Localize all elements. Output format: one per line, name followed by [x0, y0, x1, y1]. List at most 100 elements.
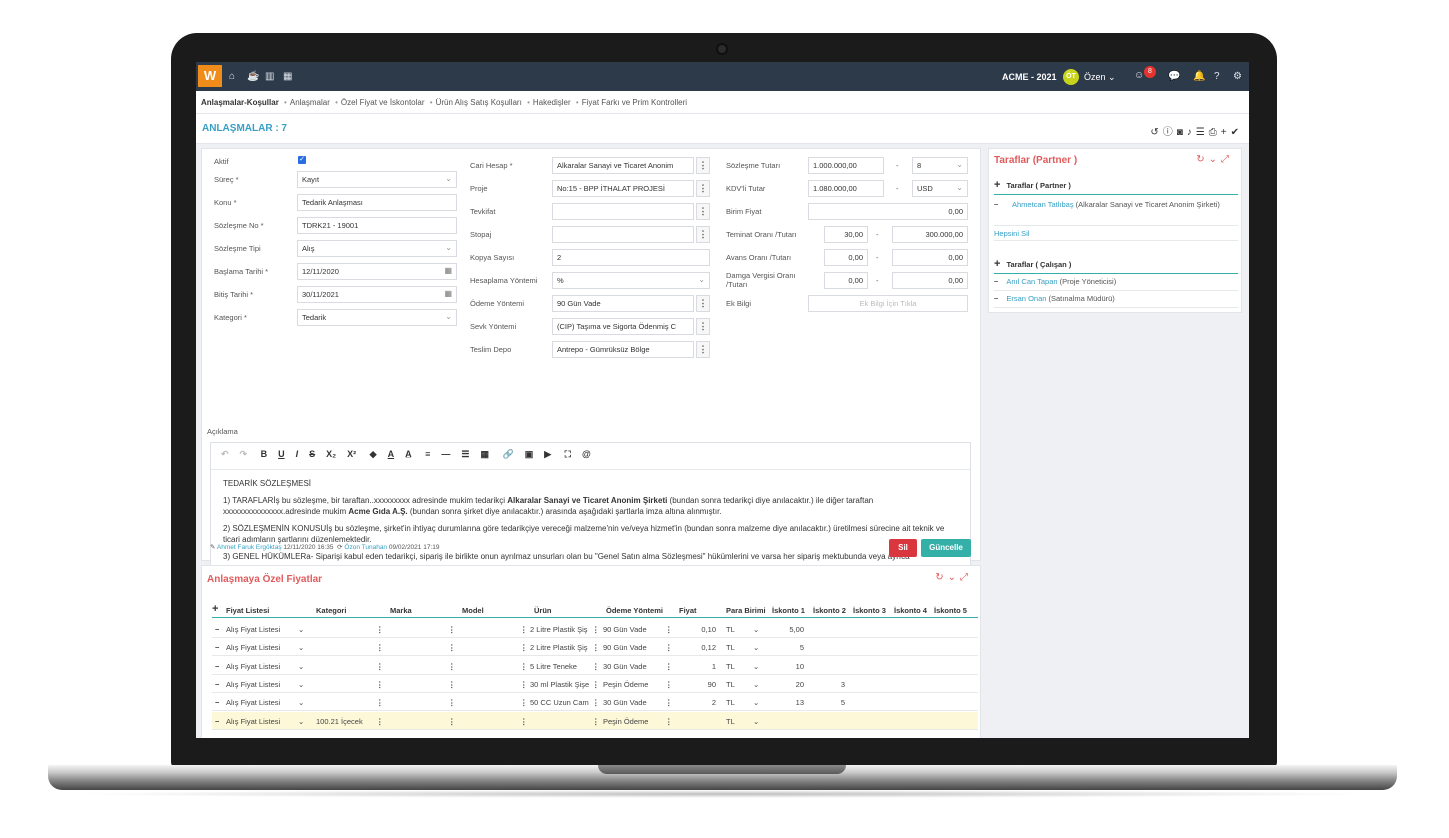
more-icon[interactable]: ⋮: [665, 643, 673, 652]
avans-amount-input[interactable]: 0,00: [892, 249, 968, 266]
tevkifat-input[interactable]: [552, 203, 694, 220]
sozlesme-tipi-select[interactable]: Alış ⌄: [297, 240, 457, 257]
teslim-input[interactable]: Antrepo - Gümrüksüz Bölge: [552, 341, 694, 358]
remove-row-icon[interactable]: −: [215, 698, 219, 707]
chevron-down-icon[interactable]: ⌄: [753, 680, 759, 689]
more-icon[interactable]: ⋮: [376, 662, 384, 671]
more-icon[interactable]: ⋮: [696, 180, 710, 197]
cell-currency[interactable]: TL: [726, 698, 735, 707]
proje-input[interactable]: No:15 - BPP İTHALAT PROJESİ: [552, 180, 694, 197]
underline-icon[interactable]: U: [278, 449, 285, 459]
more-icon[interactable]: ⋮: [592, 698, 600, 707]
sozlesme-no-input[interactable]: TDRK21 - 19001: [297, 217, 457, 234]
aktif-checkbox[interactable]: ✓: [298, 156, 306, 164]
more-icon[interactable]: ⋮: [665, 698, 673, 707]
employee-name[interactable]: Ersan Onan: [1006, 294, 1046, 303]
more-icon[interactable]: ⋮: [376, 717, 384, 726]
remove-icon[interactable]: −: [994, 277, 998, 286]
add-row-icon[interactable]: +: [212, 603, 218, 615]
calendar-icon[interactable]: ▦: [283, 71, 292, 82]
breadcrumb-item[interactable]: Hakedişler: [533, 98, 571, 107]
cell-discount-1[interactable]: 13: [772, 698, 804, 707]
highlight-icon[interactable]: A̲: [405, 449, 412, 459]
table-row[interactable]: − Alış Fiyat Listesi ⌄ ⋮ ⋮ ⋮ 2 Litre Plastik Ş…: [212, 620, 978, 638]
cari-input[interactable]: Alkaralar Sanayi ve Ticaret Anonim: [552, 157, 694, 174]
cell-discount-1[interactable]: 10: [772, 662, 804, 671]
eraser-icon[interactable]: ◆: [370, 449, 377, 459]
cell-discount-1[interactable]: 5: [772, 643, 804, 652]
refresh-icon[interactable]: ↻: [935, 572, 947, 583]
cell-currency[interactable]: TL: [726, 680, 735, 689]
cell-price[interactable]: 1: [680, 662, 716, 671]
cell-price[interactable]: 2: [680, 698, 716, 707]
table-row[interactable]: − Alış Fiyat Listesi ⌄ ⋮ ⋮ ⋮ 50 CC Uzun Cam ⋮ 30…: [212, 693, 978, 712]
horizontal-rule-icon[interactable]: —: [441, 449, 450, 459]
home-icon[interactable]: ⌂: [229, 71, 235, 82]
cell-currency[interactable]: TL: [726, 662, 735, 671]
cell-currency[interactable]: TL: [726, 643, 735, 652]
more-icon[interactable]: ⋮: [665, 625, 673, 634]
info-icon[interactable]: ⓘ: [1163, 127, 1177, 138]
breadcrumb-item[interactable]: Özel Fiyat ve İskontolar: [341, 98, 425, 107]
birim-input[interactable]: 0,00: [808, 203, 968, 220]
cell-price[interactable]: 0,10: [680, 625, 716, 634]
currency-select[interactable]: USD ⌄: [912, 180, 968, 197]
app-logo[interactable]: W: [198, 65, 222, 87]
tutar-rate-select[interactable]: 8 ⌄: [912, 157, 968, 174]
cell-price-list[interactable]: Alış Fiyat Listesi: [226, 698, 280, 707]
link-icon[interactable]: 🔗: [502, 449, 513, 459]
chevron-down-icon[interactable]: ⌄: [753, 625, 759, 634]
subscript-icon[interactable]: X₂: [326, 449, 336, 459]
more-icon[interactable]: ⋮: [520, 662, 528, 671]
fullscreen-icon[interactable]: ⛶: [565, 449, 571, 459]
more-icon[interactable]: ⋮: [520, 717, 528, 726]
table-row[interactable]: − Alış Fiyat Listesi ⌄ ⋮ ⋮ ⋮ 5 Litre Teneke ⋮ 30…: [212, 657, 978, 675]
more-icon[interactable]: ⋮: [376, 698, 384, 707]
calendar-icon[interactable]: ▦: [444, 289, 452, 298]
teminat-rate-input[interactable]: 30,00: [824, 226, 868, 243]
table-icon[interactable]: ▦: [480, 449, 489, 459]
cell-price-list[interactable]: Alış Fiyat Listesi: [226, 662, 280, 671]
refresh-icon[interactable]: ↻: [1196, 154, 1208, 165]
more-icon[interactable]: ⋮: [448, 625, 456, 634]
more-icon[interactable]: ⋮: [520, 643, 528, 652]
more-icon[interactable]: ⋮: [520, 680, 528, 689]
more-icon[interactable]: ⋮: [448, 698, 456, 707]
more-icon[interactable]: ⋮: [448, 717, 456, 726]
more-icon[interactable]: ⋮: [520, 698, 528, 707]
more-icon[interactable]: ⋮: [448, 662, 456, 671]
chevron-down-icon[interactable]: ⌄: [948, 572, 960, 583]
cell-price-list[interactable]: Alış Fiyat Listesi: [226, 680, 280, 689]
cell-price-list[interactable]: Alış Fiyat Listesi: [226, 643, 280, 652]
chevron-down-icon[interactable]: ⌄: [753, 643, 759, 652]
more-icon[interactable]: ⋮: [376, 680, 384, 689]
calendar-icon[interactable]: ▦: [444, 266, 452, 275]
damga-rate-input[interactable]: 0,00: [824, 272, 868, 289]
remove-row-icon[interactable]: −: [215, 643, 219, 652]
add-icon[interactable]: +: [994, 258, 1000, 270]
remove-row-icon[interactable]: −: [215, 680, 219, 689]
mention-icon[interactable]: @: [582, 449, 591, 459]
image-icon[interactable]: ▣: [525, 449, 534, 459]
gear-icon[interactable]: ⚙: [1233, 71, 1242, 82]
breadcrumb-item[interactable]: Ürün Alış Satış Koşulları: [436, 98, 522, 107]
cell-payment[interactable]: 90 Gün Vade: [603, 643, 647, 652]
chevron-down-icon[interactable]: ⌄: [298, 643, 304, 652]
more-icon[interactable]: ⋮: [665, 662, 673, 671]
avans-rate-input[interactable]: 0,00: [824, 249, 868, 266]
chevron-down-icon[interactable]: ⌄: [298, 717, 304, 726]
chevron-down-icon[interactable]: ⌄: [298, 662, 304, 671]
coffee-icon[interactable]: ☕: [247, 71, 259, 82]
font-color-icon[interactable]: A: [388, 449, 395, 459]
more-icon[interactable]: ⋮: [592, 662, 600, 671]
remove-row-icon[interactable]: −: [215, 625, 219, 634]
cell-discount-2[interactable]: 3: [813, 680, 845, 689]
teminat-amount-input[interactable]: 300.000,00: [892, 226, 968, 243]
cell-product[interactable]: 50 CC Uzun Cam: [530, 698, 596, 707]
bitis-date-input[interactable]: 30/11/2021 ▦: [297, 286, 457, 303]
superscript-icon[interactable]: X²: [347, 449, 356, 459]
cell-product[interactable]: 5 Litre Teneke: [530, 662, 596, 671]
delete-all-link[interactable]: Hepsini Sil: [994, 225, 1238, 241]
more-icon[interactable]: ⋮: [592, 680, 600, 689]
more-icon[interactable]: ⋮: [592, 717, 600, 726]
